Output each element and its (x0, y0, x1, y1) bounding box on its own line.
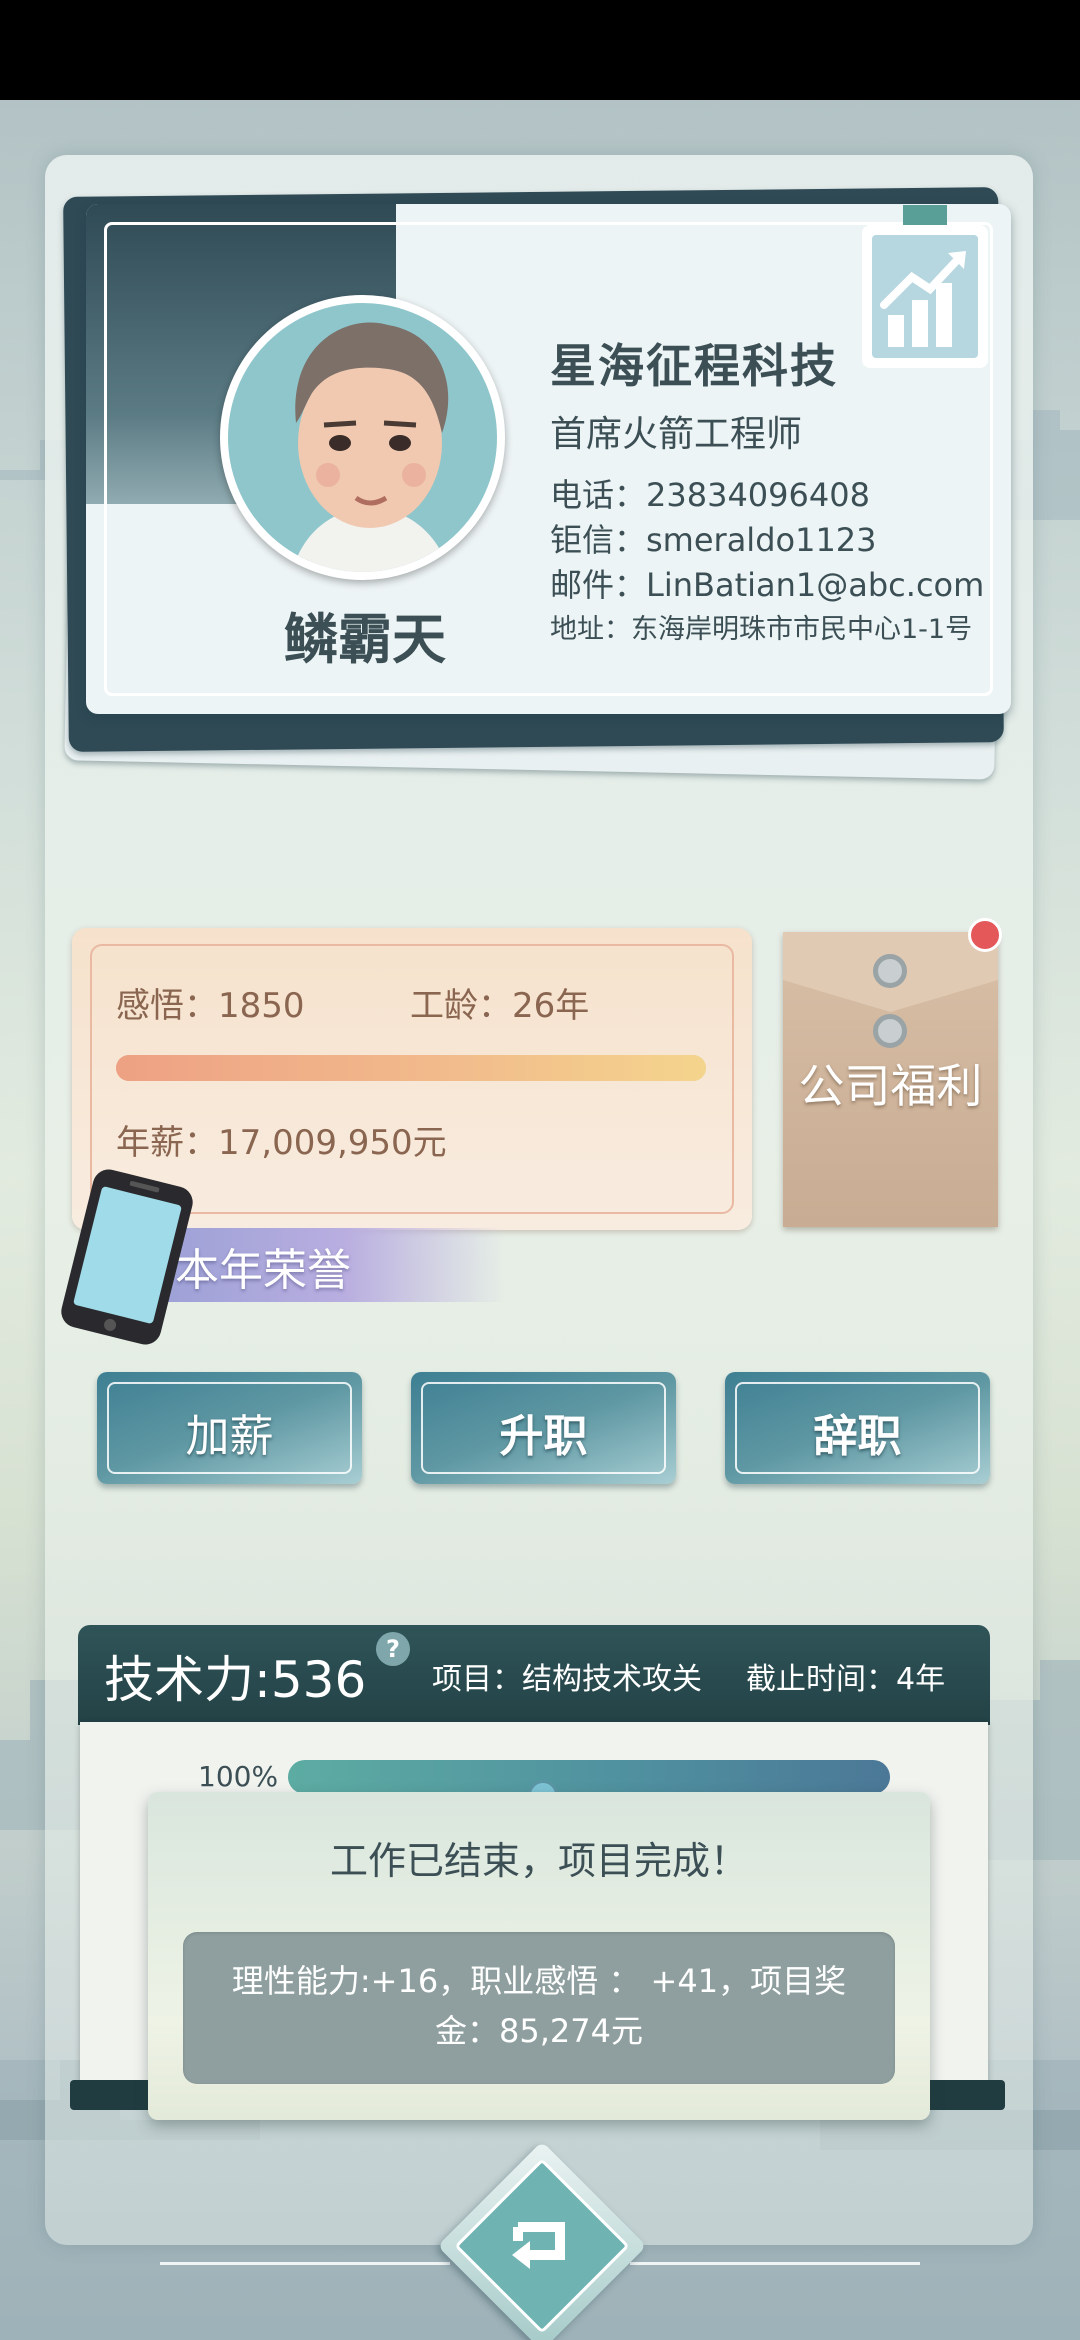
result-popup[interactable]: 工作已结束，项目完成！ 理性能力:+16，职业感悟 ： +41，项目奖金：85,… (148, 1792, 930, 2120)
project-percent: 100% (198, 1760, 279, 1793)
raise-salary-button[interactable]: 加薪 (97, 1372, 362, 1484)
promotion-button[interactable]: 升职 (411, 1372, 676, 1484)
resign-label: 辞职 (813, 1411, 902, 1462)
welfare-envelope-button[interactable]: 公司福利 (783, 932, 998, 1227)
project-progress-bar (288, 1760, 890, 1794)
honor-label: 本年荣誉 (175, 1245, 351, 1296)
tech-power: 技术力:536 (104, 1651, 367, 1709)
job-title: 首席火箭工程师 (550, 414, 803, 455)
status-bar (0, 0, 1080, 100)
popup-title: 工作已结束，项目完成！ (329, 1839, 748, 1883)
resign-button[interactable]: 辞职 (725, 1372, 990, 1484)
company-name: 星海征程科技 (550, 339, 838, 393)
address-info: 地址：东海岸明珠市市民中心1-1号 (550, 614, 973, 645)
project-name: 项目：结构技术攻关 (432, 1662, 702, 1697)
popup-result-text: 理性能力:+16，职业感悟 ： +41，项目奖金：85,274元 (231, 1962, 847, 2050)
return-arrow-icon (512, 2222, 565, 2269)
avatar (220, 295, 505, 580)
salary-stat: 年薪：17,009,950元 (116, 1123, 447, 1163)
seniority-stat: 工龄：26年 (410, 986, 590, 1026)
divider-right (630, 2262, 920, 2265)
growth-chart-icon (862, 205, 988, 368)
experience-progress-fill (116, 1055, 706, 1081)
phone-info: 电话：23834096408 (550, 476, 870, 514)
person-name: 鳞霸天 (284, 608, 446, 671)
envelope-string-button (873, 954, 907, 988)
raise-salary-label: 加薪 (185, 1411, 274, 1462)
divider-left (160, 2262, 450, 2265)
promotion-label: 升职 (499, 1411, 588, 1462)
email-info: 邮件：LinBatian1@abc.com (550, 566, 985, 604)
envelope-string-button (873, 1014, 907, 1048)
project-deadline: 截止时间：4年 (746, 1662, 946, 1697)
experience-progress-bar (116, 1055, 706, 1081)
popup-result-box: 理性能力:+16，职业感悟 ： +41，项目奖金：85,274元 (183, 1932, 895, 2084)
insight-stat: 感悟：1850 (116, 986, 305, 1026)
help-icon[interactable]: ? (376, 1632, 410, 1666)
messenger-info: 钜信：smeraldo1123 (550, 521, 877, 559)
welfare-label: 公司福利 (798, 1059, 983, 1113)
notification-dot (968, 918, 1002, 952)
project-progress-fill (288, 1760, 890, 1794)
